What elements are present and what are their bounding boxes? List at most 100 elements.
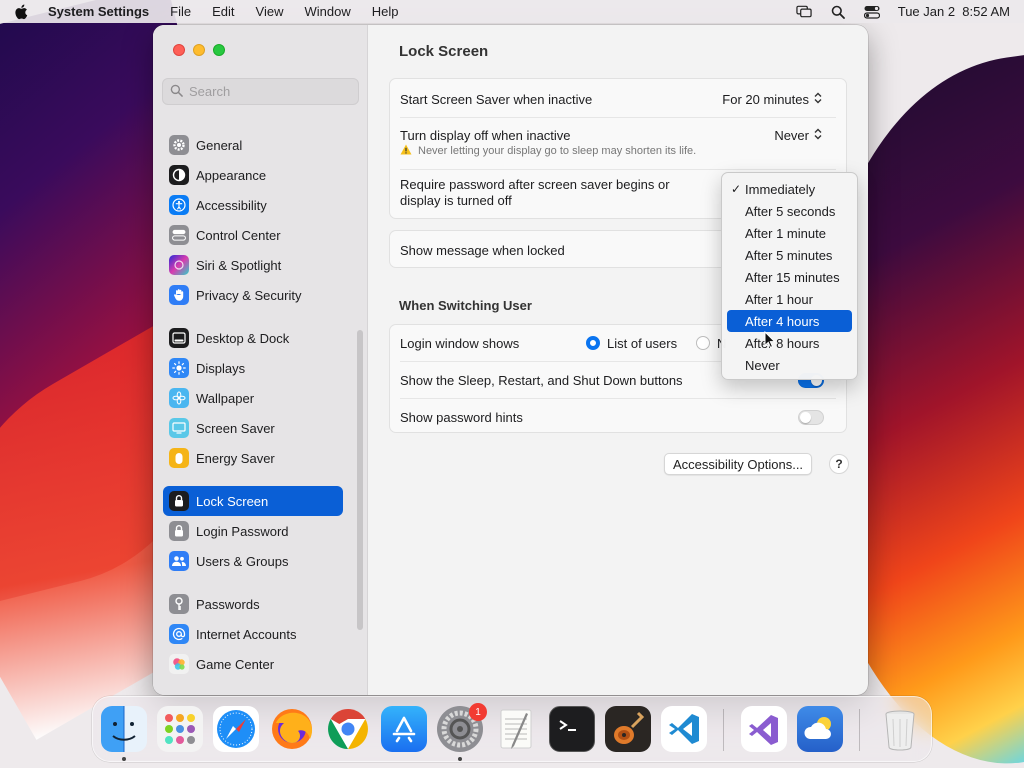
display-off-popup[interactable]: Never [774,128,822,143]
sidebar-item-desktop-dock[interactable]: Desktop & Dock [163,323,343,353]
weather-icon[interactable] [797,706,843,752]
menu-view[interactable]: View [256,4,284,19]
chrome-icon[interactable] [325,706,371,752]
up-down-chevron-icon [814,128,822,143]
sidebar-item-login-password[interactable]: Login Password [163,516,343,546]
sidebar-item-appearance[interactable]: Appearance [163,160,343,190]
menu-option-after-4-hours[interactable]: After 4 hours [727,310,852,332]
sidebar-item-lock-screen[interactable]: Lock Screen [163,486,343,516]
sidebar-item-label: Screen Saver [196,420,275,436]
sidebar-item-game-center[interactable]: Game Center [163,649,343,679]
flower-icon [169,388,189,408]
sidebar-item-label: Internet Accounts [196,626,297,642]
screen-mirroring-icon[interactable] [796,5,812,19]
textedit-icon[interactable] [493,706,539,752]
menu-edit[interactable]: Edit [212,4,234,19]
apple-menu-icon[interactable] [14,4,28,20]
menu-app-name[interactable]: System Settings [48,4,149,19]
radio-name-and-password[interactable] [696,336,710,350]
sidebar-item-displays[interactable]: Displays [163,353,343,383]
display-off-warning: Never letting your display go to sleep m… [400,143,834,159]
menu-option-never[interactable]: Never [727,354,852,376]
firefox-icon[interactable] [269,706,315,752]
menu-option-label: After 8 hours [745,335,820,351]
menu-option-immediately[interactable]: ✓ Immediately [727,178,852,200]
safari-icon[interactable] [213,706,259,752]
menu-bar: System Settings File Edit View Window He… [0,0,1024,23]
screen-saver-value: For 20 minutes [722,91,809,107]
accessibility-options-button[interactable]: Accessibility Options... [664,453,813,475]
menu-option-after-8-hours[interactable]: After 8 hours [727,332,852,354]
sidebar-item-accessibility[interactable]: Accessibility [163,190,343,220]
zoom-window-button[interactable] [213,44,225,56]
at-icon [169,624,189,644]
menu-option-label: After 5 seconds [745,203,836,219]
sidebar-item-label: Desktop & Dock [196,330,290,346]
app-store-icon[interactable] [381,706,427,752]
control-center-icon [169,225,189,245]
sidebar-item-internet-accounts[interactable]: Internet Accounts [163,619,343,649]
radio-list-of-users[interactable] [586,336,600,350]
vscode-icon[interactable] [661,706,707,752]
control-center-icon[interactable] [863,5,880,19]
sidebar-item-control-center[interactable]: Control Center [163,220,343,250]
menu-window[interactable]: Window [304,4,350,19]
menu-option-after-1-hour[interactable]: After 1 hour [727,288,852,310]
sidebar: General Appearance Accessibility Control… [153,25,368,695]
finder-icon[interactable] [101,706,147,752]
sidebar-scrollbar[interactable] [357,330,363,630]
login-option-list[interactable]: List of users [586,336,677,351]
warning-text: Never letting your display go to sleep m… [418,145,697,157]
dock-icon [169,328,189,348]
dock: 1 [92,696,932,762]
key-icon [169,594,189,614]
sidebar-item-label: Control Center [196,227,281,243]
menu-option-after-1-minute[interactable]: After 1 minute [727,222,852,244]
gear-icon [169,135,189,155]
screen-saver-popup[interactable]: For 20 minutes [722,92,822,107]
menu-file[interactable]: File [170,4,191,19]
minimize-window-button[interactable] [193,44,205,56]
sidebar-item-label: Siri & Spotlight [196,257,282,273]
menu-option-label: After 4 hours [745,313,820,329]
menu-option-after-5-seconds[interactable]: After 5 seconds [727,200,852,222]
help-button[interactable]: ? [829,454,849,474]
require-password-label-line1: Require password after screen saver begi… [400,177,670,192]
launchpad-icon[interactable] [157,706,203,752]
sidebar-item-privacy-security[interactable]: Privacy & Security [163,280,343,310]
sidebar-search[interactable] [162,78,359,105]
menu-option-label: Immediately [745,181,816,197]
screen-saver-label: Start Screen Saver when inactive [400,91,593,107]
display-off-row: Turn display off when inactive Never [400,125,834,145]
password-hints-row: Show password hints [400,407,834,427]
terminal-icon[interactable] [549,706,595,752]
password-hints-toggle[interactable] [798,409,824,425]
sidebar-item-users-groups[interactable]: Users & Groups [163,546,343,576]
close-window-button[interactable] [173,44,185,56]
dock-separator [723,709,724,751]
checkmark-icon: ✓ [731,182,742,196]
visual-studio-icon[interactable] [741,706,787,752]
sidebar-item-passwords[interactable]: Passwords [163,589,343,619]
menu-bar-clock[interactable]: Tue Jan 2 8:52 AM [898,4,1010,19]
menu-help[interactable]: Help [372,4,399,19]
menu-option-after-5-minutes[interactable]: After 5 minutes [727,244,852,266]
row-divider [400,169,836,170]
garageband-icon[interactable] [605,706,651,752]
sleep-buttons-label: Show the Sleep, Restart, and Shut Down b… [400,372,683,388]
row-divider [400,398,836,399]
sidebar-item-screen-saver[interactable]: Screen Saver [163,413,343,443]
login-window-label: Login window shows [400,335,520,351]
dock-separator [859,709,860,751]
sidebar-item-label: Passwords [196,596,260,612]
sidebar-item-energy-saver[interactable]: Energy Saver [163,443,343,473]
screen-saver-icon [169,418,189,438]
search-input[interactable] [189,84,349,99]
spotlight-search-icon[interactable] [830,5,846,19]
sidebar-item-general[interactable]: General [163,130,343,160]
sidebar-item-wallpaper[interactable]: Wallpaper [163,383,343,413]
menu-option-after-15-minutes[interactable]: After 15 minutes [727,266,852,288]
trash-icon[interactable] [877,706,923,752]
sidebar-item-siri-spotlight[interactable]: Siri & Spotlight [163,250,343,280]
show-message-label: Show message when locked [400,242,565,258]
